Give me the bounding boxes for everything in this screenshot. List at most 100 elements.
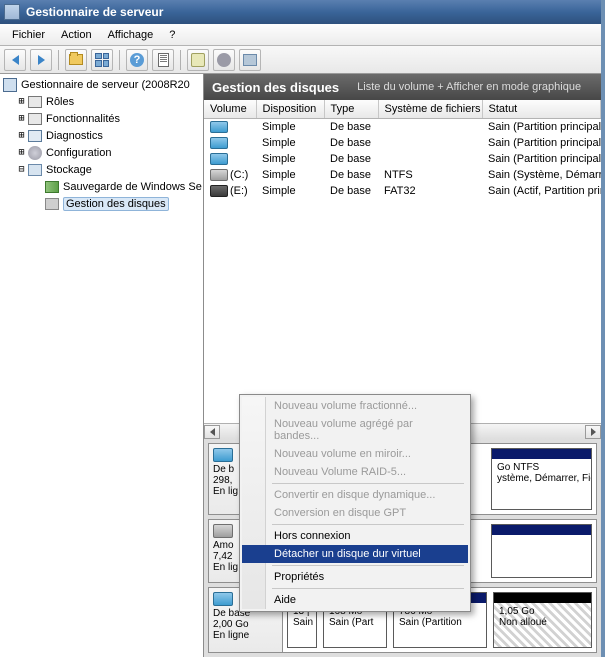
properties-button[interactable] (152, 49, 174, 71)
tree-diagnostics-label: Diagnostics (46, 130, 103, 142)
col-type[interactable]: Type (324, 100, 378, 119)
arrow-right-icon (38, 55, 45, 65)
window: Gestionnaire de serveur Fichier Action A… (0, 0, 605, 657)
menu-bar: Fichier Action Affichage ? (0, 24, 601, 46)
tree-features-label: Fonctionnalités (46, 113, 120, 125)
refresh-button[interactable] (187, 49, 209, 71)
volume-icon (210, 169, 228, 181)
volume-icon (210, 185, 228, 197)
menu-view[interactable]: Affichage (100, 27, 162, 43)
tree-pane[interactable]: Gestionnaire de serveur (2008R20 ⊞ Rôles… (0, 74, 204, 657)
ctx-convert-dynamic: Convertir en disque dynamique... (242, 486, 468, 504)
cell-status: Sain (Système, Démarrer, F (482, 167, 601, 183)
storage-icon (28, 164, 42, 176)
settings-button[interactable] (213, 49, 235, 71)
disk2-p3-l1: 1,05 Go (499, 606, 586, 617)
tree-backup[interactable]: Sauvegarde de Windows Se (0, 178, 203, 195)
tree-root[interactable]: Gestionnaire de serveur (2008R20 (0, 76, 203, 93)
context-menu[interactable]: Nouveau volume fractionné... Nouveau vol… (239, 394, 471, 612)
menu-help[interactable]: ? (161, 27, 183, 43)
table-row[interactable]: (E:)SimpleDe baseFAT32Sain (Actif, Parti… (204, 183, 601, 199)
col-status[interactable]: Statut (482, 100, 601, 119)
cell-fs (378, 135, 482, 151)
menu-file[interactable]: Fichier (4, 27, 53, 43)
app-icon (4, 4, 20, 20)
volume-name: (E:) (230, 185, 248, 197)
table-row[interactable]: SimpleDe baseSain (Partition principale) (204, 119, 601, 136)
ctx-help[interactable]: Aide (242, 591, 468, 609)
col-disposition[interactable]: Disposition (256, 100, 324, 119)
ctx-new-spanned: Nouveau volume fractionné... (242, 397, 468, 415)
rp-subtitle: Liste du volume + Afficher en mode graph… (357, 81, 581, 93)
disk0-partition-c[interactable]: Go NTFS ystème, Démarrer, Fichier d'é (491, 448, 592, 510)
table-row[interactable]: (C:) SimpleDe baseNTFSSain (Système, Déma… (204, 167, 601, 183)
tree-root-label: Gestionnaire de serveur (2008R20 (21, 79, 190, 91)
folder-icon (69, 54, 83, 65)
col-fs[interactable]: Système de fichiers (378, 100, 482, 119)
backup-icon (45, 181, 59, 193)
tree-features[interactable]: ⊞ Fonctionnalités (0, 110, 203, 127)
up-folder-button[interactable] (65, 49, 87, 71)
arrow-left-icon (12, 55, 19, 65)
expand-icon[interactable]: ⊞ (16, 148, 27, 158)
table-header-row: Volume Disposition Type Système de fichi… (204, 100, 601, 119)
cell-type: De base (324, 167, 378, 183)
disk2-part-3[interactable]: 1,05 Go Non alloué (493, 592, 592, 648)
toolbar: ? (0, 46, 601, 74)
volume-table: Volume Disposition Type Système de fichi… (204, 100, 601, 199)
expand-icon[interactable]: ⊞ (16, 131, 27, 141)
ctx-detach-vhd[interactable]: Détacher un disque dur virtuel (242, 545, 468, 563)
volume-icon (210, 137, 228, 149)
table-row[interactable]: SimpleDe baseSain (Partition principale) (204, 151, 601, 167)
volume-icon (210, 121, 228, 133)
disk0-p1-l1: Go NTFS (497, 462, 586, 473)
cell-disposition: Simple (256, 183, 324, 199)
disk2-size: 2,00 Go (213, 619, 278, 630)
cell-type: De base (324, 135, 378, 151)
tree-configuration[interactable]: ⊞ Configuration (0, 144, 203, 161)
disk2-p1-l2: Sain (Part (329, 617, 381, 628)
triangle-left-icon (210, 428, 215, 436)
disk-view-button[interactable] (239, 49, 261, 71)
disk1-partition-e[interactable] (491, 524, 592, 578)
disk2-p2-l2: Sain (Partition (399, 617, 481, 628)
tree-diskmgmt[interactable]: Gestion des disques (0, 195, 203, 212)
context-menu-separator (272, 524, 464, 525)
help-button[interactable]: ? (126, 49, 148, 71)
disk-icon (213, 448, 233, 462)
tree-diagnostics[interactable]: ⊞ Diagnostics (0, 127, 203, 144)
ctx-properties[interactable]: Propriétés (242, 568, 468, 586)
cell-disposition: Simple (256, 135, 324, 151)
scroll-right-button[interactable] (585, 425, 601, 439)
collapse-icon[interactable]: ⊟ (16, 165, 27, 175)
menu-action[interactable]: Action (53, 27, 100, 43)
col-volume[interactable]: Volume (204, 100, 256, 119)
cell-fs: NTFS (378, 167, 482, 183)
volume-name: (C:) (230, 169, 248, 181)
back-button[interactable] (4, 49, 26, 71)
body: Gestionnaire de serveur (2008R20 ⊞ Rôles… (0, 74, 601, 657)
rp-title: Gestion des disques (212, 80, 339, 95)
disk0-p1-l2: ystème, Démarrer, Fichier d'é (497, 473, 586, 484)
page-icon (158, 53, 169, 67)
cell-disposition: Simple (256, 167, 324, 183)
expand-icon[interactable]: ⊞ (16, 97, 27, 107)
context-menu-separator (272, 588, 464, 589)
view-grid-button[interactable] (91, 49, 113, 71)
cell-disposition: Simple (256, 151, 324, 167)
tree-roles[interactable]: ⊞ Rôles (0, 93, 203, 110)
toolbar-separator (58, 50, 59, 70)
disk-icon (213, 524, 233, 538)
ctx-offline[interactable]: Hors connexion (242, 527, 468, 545)
toolbar-separator (180, 50, 181, 70)
tree-storage[interactable]: ⊟ Stockage (0, 161, 203, 178)
table-row[interactable]: SimpleDe baseSain (Partition principale) (204, 135, 601, 151)
expand-icon[interactable]: ⊞ (16, 114, 27, 124)
window-title: Gestionnaire de serveur (26, 5, 163, 19)
ctx-new-striped: Nouveau volume agrégé par bandes... (242, 415, 468, 445)
scroll-left-button[interactable] (204, 425, 220, 439)
tree-configuration-label: Configuration (46, 147, 111, 159)
cell-fs: FAT32 (378, 183, 482, 199)
forward-button[interactable] (30, 49, 52, 71)
server-icon (3, 78, 17, 92)
